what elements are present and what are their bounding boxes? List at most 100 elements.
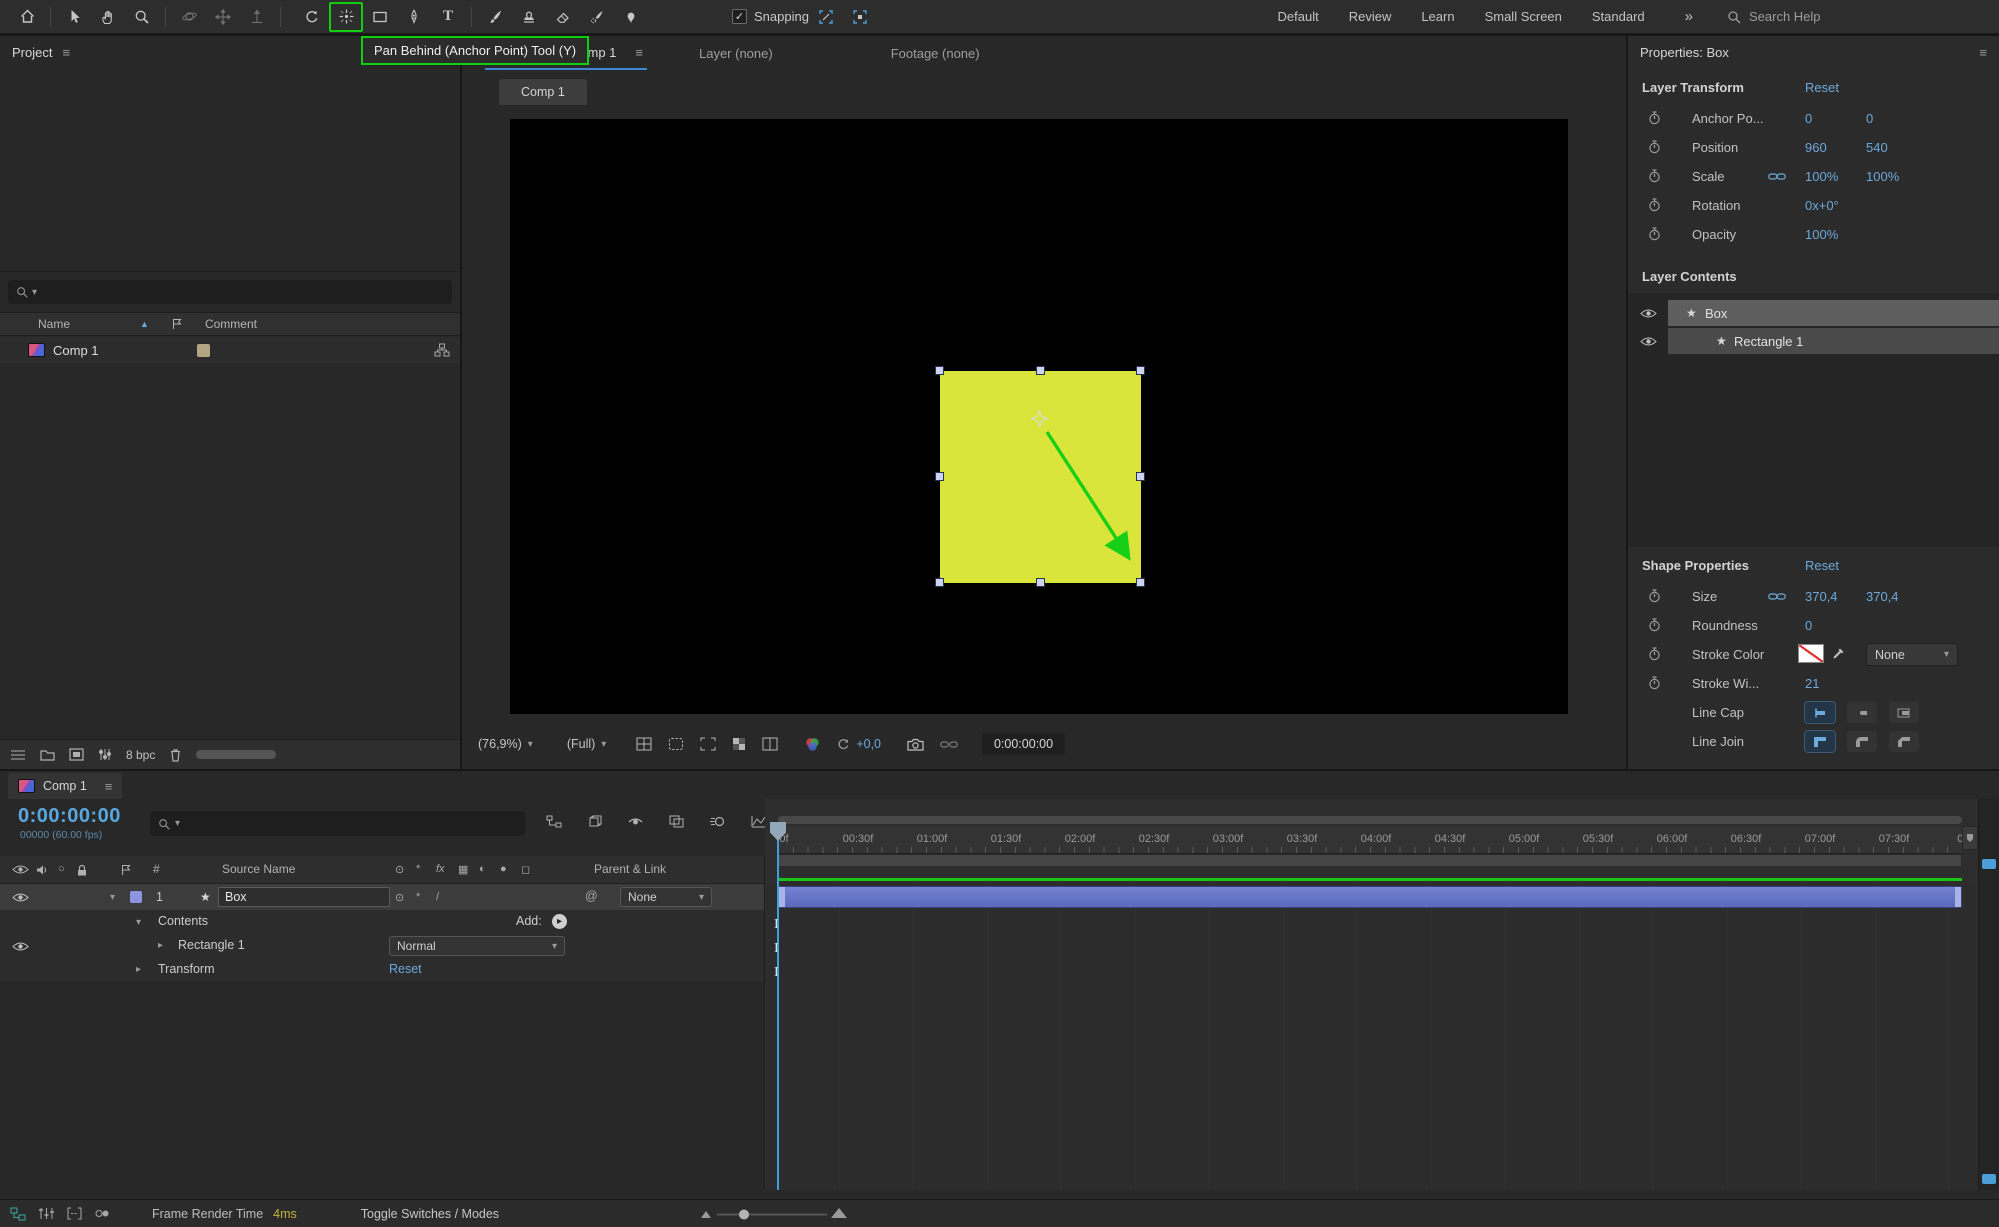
roto-brush-tool-button[interactable]: [580, 2, 614, 32]
toggle-switches-modes-button[interactable]: Toggle Switches / Modes: [361, 1207, 499, 1221]
magnification-dropdown[interactable]: (76,9%)▾: [478, 737, 533, 751]
line-cap-projecting-button[interactable]: [1889, 702, 1919, 723]
roundness-value[interactable]: 0: [1805, 618, 1812, 633]
name-column-header[interactable]: Name: [38, 317, 70, 331]
anchor-y-value[interactable]: 0: [1866, 111, 1873, 126]
shape-rectangle[interactable]: [940, 371, 1141, 583]
selection-handle[interactable]: [935, 472, 944, 481]
show-snapshot-icon[interactable]: [940, 740, 958, 749]
comp-marker-bin[interactable]: [1962, 826, 1978, 850]
parent-link-dropdown[interactable]: None▾: [620, 887, 712, 907]
line-join-miter-button[interactable]: [1805, 731, 1835, 752]
grid-guides-icon[interactable]: [636, 737, 652, 751]
search-help-input[interactable]: [1749, 9, 1939, 24]
line-join-bevel-button[interactable]: [1889, 731, 1919, 752]
project-item-row[interactable]: Comp 1: [0, 337, 460, 363]
contents-row[interactable]: ▾ Contents Add: ▸: [0, 910, 764, 934]
eyedropper-icon[interactable]: [1832, 647, 1845, 660]
workspace-learn[interactable]: Learn: [1421, 9, 1454, 24]
panel-menu-icon[interactable]: ≡: [105, 779, 113, 794]
selection-tool-button[interactable]: [57, 2, 91, 32]
eye-icon[interactable]: [1640, 308, 1657, 319]
add-property-button[interactable]: ▸: [552, 914, 567, 929]
size-x-value[interactable]: 370,4: [1805, 589, 1838, 604]
content-name[interactable]: Rectangle 1: [1734, 334, 1803, 349]
draft-3d-icon[interactable]: [588, 815, 602, 828]
rotation-tool-button[interactable]: [295, 2, 329, 32]
search-help-box[interactable]: [1727, 9, 1989, 24]
layer-contents-item-box[interactable]: ★ Box: [1628, 300, 1999, 326]
pan-behind-anchor-point-tool-button[interactable]: [329, 2, 363, 32]
timeline-search-field[interactable]: ▾: [150, 811, 525, 836]
anchor-x-value[interactable]: 0: [1805, 111, 1812, 126]
stopwatch-icon[interactable]: [1648, 618, 1661, 632]
comment-column-header[interactable]: Comment: [205, 317, 257, 331]
scrollbar-marker[interactable]: [1982, 859, 1996, 869]
stopwatch-icon[interactable]: [1648, 227, 1661, 241]
timeline-track-background[interactable]: [765, 884, 1978, 1190]
stopwatch-icon[interactable]: [1648, 589, 1661, 603]
chevron-down-icon[interactable]: ▾: [136, 917, 141, 928]
viewer-timecode[interactable]: 0:00:00:00: [982, 733, 1065, 755]
chevron-right-icon[interactable]: ▸: [136, 964, 141, 975]
transparency-grid-icon[interactable]: [732, 737, 746, 751]
number-column-header[interactable]: #: [153, 862, 160, 876]
trash-icon[interactable]: [169, 748, 182, 762]
label-column-icon[interactable]: [171, 318, 183, 330]
selection-handle[interactable]: [935, 578, 944, 587]
new-folder-icon[interactable]: [40, 749, 55, 761]
stopwatch-icon[interactable]: [1648, 676, 1661, 690]
workspace-small-screen[interactable]: Small Screen: [1485, 9, 1562, 24]
pen-tool-button[interactable]: [397, 2, 431, 32]
panel-menu-icon[interactable]: ≡: [62, 45, 70, 60]
pan-camera-tool-button[interactable]: [206, 2, 240, 32]
project-item-name[interactable]: Comp 1: [53, 343, 99, 358]
workspace-overflow-button[interactable]: »: [1685, 8, 1693, 25]
region-of-interest-icon[interactable]: [700, 737, 716, 751]
snap-to-features-icon[interactable]: [809, 2, 843, 32]
home-button[interactable]: [10, 2, 44, 32]
exposure-control[interactable]: +0,0: [837, 737, 881, 751]
line-join-round-button[interactable]: [1847, 731, 1877, 752]
layer-switch-icon[interactable]: /: [436, 891, 439, 903]
chevron-right-icon[interactable]: ▸: [158, 940, 163, 951]
horizontal-scrollbar-thumb[interactable]: [196, 750, 276, 759]
selection-handle[interactable]: [1136, 472, 1145, 481]
transform-reset-link[interactable]: Reset: [389, 962, 422, 976]
eye-icon[interactable]: [12, 892, 29, 903]
list-view-icon[interactable]: [10, 749, 26, 761]
zoom-tool-button[interactable]: [125, 2, 159, 32]
size-y-value[interactable]: 370,4: [1866, 589, 1899, 604]
snapping-checkbox[interactable]: ✓: [732, 9, 747, 24]
search-options-caret-icon[interactable]: ▾: [175, 818, 180, 829]
current-time-indicator-line[interactable]: [777, 840, 779, 1190]
time-navigator-bar[interactable]: [778, 816, 1962, 824]
brush-tool-button[interactable]: [478, 2, 512, 32]
flowchart-view-icon[interactable]: [10, 1207, 26, 1221]
layer-contents-item-rectangle[interactable]: ★ Rectangle 1: [1628, 328, 1999, 354]
orbit-camera-tool-button[interactable]: [172, 2, 206, 32]
footage-tab[interactable]: Footage (none): [881, 36, 990, 70]
stopwatch-icon[interactable]: [1648, 169, 1661, 183]
selection-handle[interactable]: [1036, 366, 1045, 375]
snapshot-camera-icon[interactable]: [907, 738, 924, 751]
selection-handle[interactable]: [935, 366, 944, 375]
hand-tool-button[interactable]: [91, 2, 125, 32]
source-name-column-header[interactable]: Source Name: [222, 862, 295, 876]
timeline-comp-tab[interactable]: Comp 1 ≡: [8, 773, 122, 799]
panel-menu-icon[interactable]: ≡: [635, 45, 643, 60]
stroke-color-swatch[interactable]: [1798, 644, 1824, 663]
adjust-levels-icon[interactable]: [98, 748, 112, 761]
layer-name-field[interactable]: Box: [218, 887, 390, 907]
shy-layers-icon[interactable]: [628, 815, 643, 828]
timeline-vertical-scrollbar[interactable]: [1978, 799, 1999, 1190]
snap-beyond-edges-icon[interactable]: [843, 2, 877, 32]
shape-properties-reset[interactable]: Reset: [1805, 558, 1839, 573]
av-features-icon[interactable]: [95, 1207, 110, 1220]
transform-row[interactable]: ▸ Transform Reset: [0, 958, 764, 982]
layer-switch-icon[interactable]: ⊙: [395, 891, 404, 904]
layer-label-color-chip[interactable]: [130, 891, 142, 903]
position-y-value[interactable]: 540: [1866, 140, 1888, 155]
selection-handle[interactable]: [1136, 578, 1145, 587]
reset-exposure-icon[interactable]: [837, 738, 850, 751]
